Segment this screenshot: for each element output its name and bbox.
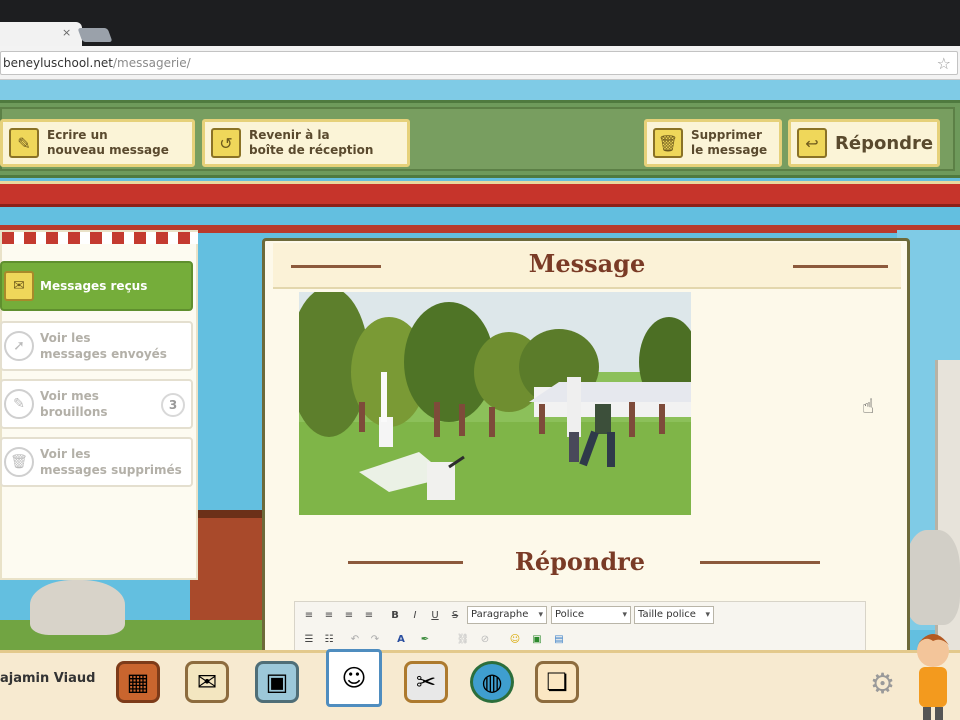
reply-label: Répondre xyxy=(835,132,934,154)
italic-icon[interactable]: I xyxy=(407,608,423,622)
sent-icon: ➚ xyxy=(4,331,34,361)
trash-icon: 🗑 xyxy=(653,128,683,158)
deleted-icon: 🗑 xyxy=(4,447,34,477)
redo-icon[interactable]: ↷ xyxy=(367,632,383,646)
reply-title: Répondre xyxy=(514,547,646,576)
dock-board-icon[interactable]: ▦ xyxy=(116,661,160,703)
message-toolbar: ✎ Ecrire un nouveau message ↺ Revenir à … xyxy=(0,100,960,178)
dock-book-icon[interactable]: ❏ xyxy=(535,661,579,703)
font-select[interactable]: Police xyxy=(551,606,631,624)
url-path: /messagerie/ xyxy=(113,56,191,70)
sidebar-item-label: Voir les messages envoyés xyxy=(40,331,167,361)
media-icon[interactable]: ▤ xyxy=(551,632,567,646)
sidebar-item-label: Voir les messages supprimés xyxy=(40,447,182,477)
bullet-list-icon[interactable]: ☰ xyxy=(301,632,317,646)
dock-photo-icon[interactable]: ▣ xyxy=(255,661,299,703)
link-icon[interactable]: ⛓ xyxy=(455,632,471,646)
mouse-cursor-icon: ☝ xyxy=(862,394,875,418)
new-tab-button[interactable] xyxy=(77,28,113,42)
sidebar-item-label: Voir mes brouillons xyxy=(40,389,108,419)
inbox-icon: ✉ xyxy=(4,271,34,301)
sidebar-item-drafts[interactable]: ✎ Voir mes brouillons 3 xyxy=(0,379,193,429)
reply-button[interactable]: ↩ Répondre xyxy=(788,119,940,167)
mascot-kid-icon xyxy=(917,634,949,720)
user-name: ajamin Viaud xyxy=(0,671,96,686)
pencil-icon: ✎ xyxy=(9,128,39,158)
dock-globe-icon[interactable]: ◍ xyxy=(470,661,514,703)
sidebar-item-deleted[interactable]: 🗑 Voir les messages supprimés xyxy=(0,437,193,487)
toolbar-inner: ✎ Ecrire un nouveau message ↺ Revenir à … xyxy=(0,107,955,171)
write-message-button[interactable]: ✎ Ecrire un nouveau message xyxy=(0,119,195,167)
sky-band xyxy=(0,80,960,100)
page-content: ✎ Ecrire un nouveau message ↺ Revenir à … xyxy=(0,80,960,720)
tab-close-icon[interactable]: × xyxy=(62,26,71,39)
align-center-icon[interactable]: ≡ xyxy=(321,608,337,622)
sidebar-item-label: Messages reçus xyxy=(40,279,148,293)
highlight-icon[interactable]: ✒ xyxy=(417,632,433,646)
url-domain: beneyluschool.net xyxy=(3,56,114,70)
back-to-inbox-button[interactable]: ↺ Revenir à la boîte de réception xyxy=(202,119,410,167)
dock-tools-icon[interactable]: ✂ xyxy=(404,661,448,703)
scenery-hut xyxy=(190,510,270,620)
return-icon: ↺ xyxy=(211,128,241,158)
message-header: Message xyxy=(273,243,901,289)
draft-icon: ✎ xyxy=(4,389,34,419)
bottom-dock: ajamin Viaud ▦ ✉ ▣ ☺ ✂ ◍ ❏ ⚙ xyxy=(0,634,960,720)
undo-icon[interactable]: ↶ xyxy=(347,632,363,646)
paragraph-select[interactable]: Paragraphe xyxy=(467,606,547,624)
align-right-icon[interactable]: ≡ xyxy=(341,608,357,622)
drafts-count-badge: 3 xyxy=(161,393,185,417)
unlink-icon[interactable]: ⊘ xyxy=(477,632,493,646)
message-photo[interactable] xyxy=(299,292,691,515)
delete-message-button[interactable]: 🗑 Supprimer le message xyxy=(644,119,782,167)
emoticon-icon[interactable]: ☺ xyxy=(507,632,523,646)
message-body: Répondre ≡ ≡ ≡ ≡ B I U S Paragraphe Poli… xyxy=(285,291,875,686)
sidebar-torn-top xyxy=(2,232,198,244)
url-input[interactable]: beneyluschool.net/messagerie/ ☆ xyxy=(0,51,958,75)
numbered-list-icon[interactable]: ☷ xyxy=(321,632,337,646)
text-color-icon[interactable]: A xyxy=(393,632,409,646)
browser-tab-strip: × xyxy=(0,0,960,46)
align-justify-icon[interactable]: ≡ xyxy=(361,608,377,622)
write-message-label: Ecrire un nouveau message xyxy=(47,128,169,157)
back-to-inbox-label: Revenir à la boîte de réception xyxy=(249,128,374,157)
star-icon[interactable]: ☆ xyxy=(937,53,951,75)
scenery-rock xyxy=(30,580,125,635)
dock-mail-icon[interactable]: ✉ xyxy=(185,661,229,703)
sidebar-item-sent[interactable]: ➚ Voir les messages envoyés xyxy=(0,321,193,371)
message-title: Message xyxy=(528,249,646,278)
delete-message-label: Supprimer le message xyxy=(691,128,768,157)
image-icon[interactable]: ▣ xyxy=(529,632,545,646)
scenery-rock-right xyxy=(905,530,960,625)
bold-icon[interactable]: B xyxy=(387,608,403,622)
align-left-icon[interactable]: ≡ xyxy=(301,608,317,622)
message-panel: Message Répondre ≡ ≡ ≡ ≡ B I U S Paragra… xyxy=(262,238,910,688)
reply-icon: ↩ xyxy=(797,128,827,158)
sidebar-item-received[interactable]: ✉ Messages reçus xyxy=(0,261,193,311)
photo-park-scene xyxy=(299,292,691,515)
strikethrough-icon[interactable]: S xyxy=(447,608,463,622)
dock-profile-icon[interactable]: ☺ xyxy=(326,649,382,707)
browser-tab[interactable]: × xyxy=(0,22,82,46)
mailbox-sidebar: ✉ Messages reçus ➚ Voir les messages env… xyxy=(0,230,198,580)
gear-icon[interactable]: ⚙ xyxy=(870,667,895,700)
font-size-select[interactable]: Taille police xyxy=(634,606,714,624)
decorative-red-band xyxy=(0,181,960,207)
underline-icon[interactable]: U xyxy=(427,608,443,622)
address-bar: beneyluschool.net/messagerie/ ☆ xyxy=(0,46,960,80)
